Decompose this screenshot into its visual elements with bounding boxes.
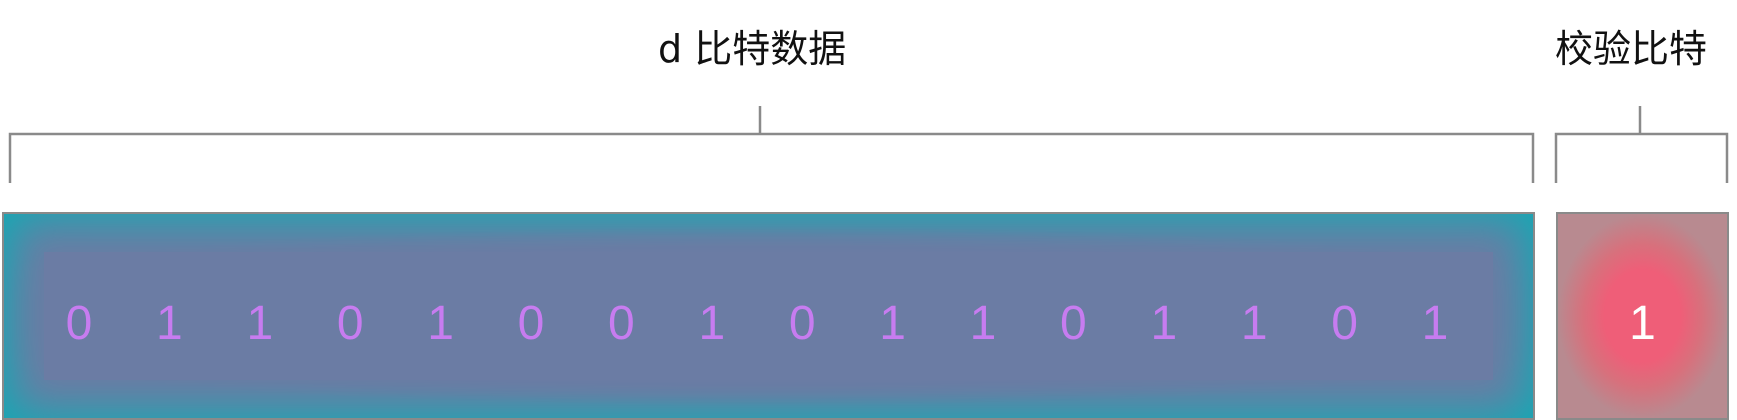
parity-diagram: d 比特数据 校验比特 0110100101101101 1 bbox=[0, 0, 1737, 420]
data-bit: 0 bbox=[1060, 297, 1087, 350]
data-bit: 1 bbox=[969, 297, 997, 350]
data-bit: 1 bbox=[879, 297, 906, 350]
data-bits-row: 0 1 1 0 1 0 0 1 0 1 1 0 1 1 0 1 bbox=[4, 214, 1533, 418]
data-bit: 0 bbox=[517, 297, 545, 350]
data-bit: 1 bbox=[1421, 297, 1449, 350]
data-bracket bbox=[8, 132, 1535, 183]
data-bit: 0 bbox=[65, 297, 93, 350]
data-bit: 1 bbox=[427, 297, 454, 350]
parity-bit-value: 1 bbox=[1629, 297, 1656, 350]
brackets bbox=[8, 106, 1729, 183]
data-bit: 0 bbox=[608, 297, 635, 350]
data-bit: 0 bbox=[788, 297, 816, 350]
data-bits-block: 0 1 1 0 1 0 0 1 0 1 1 0 1 1 0 1 bbox=[2, 212, 1535, 420]
data-bit: 0 bbox=[1331, 297, 1358, 350]
data-bit: 1 bbox=[1150, 297, 1178, 350]
data-bit: 1 bbox=[156, 297, 183, 350]
data-bit: 1 bbox=[246, 297, 274, 350]
data-bit: 0 bbox=[336, 297, 364, 350]
data-bit: 1 bbox=[698, 297, 726, 350]
data-bit: 1 bbox=[1240, 297, 1268, 350]
parity-bit-block: 1 bbox=[1556, 212, 1729, 420]
parity-bracket bbox=[1554, 132, 1729, 183]
